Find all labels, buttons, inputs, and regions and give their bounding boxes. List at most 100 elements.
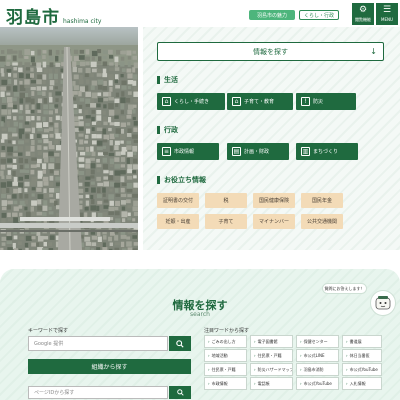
hot-keyword-chip[interactable]: › 住民票・戸籍 <box>204 363 247 376</box>
aerial-city-photo <box>0 27 138 250</box>
child-house-icon: ⌂ <box>232 97 241 106</box>
gear-icon: ⚙ <box>358 4 368 15</box>
view-function-button[interactable]: ⚙ 閲覧機能 <box>352 3 374 25</box>
chevron-right-icon: › <box>208 353 210 358</box>
view-function-label: 閲覧機能 <box>355 16 371 22</box>
useful-btn-mynumber[interactable]: マイナンバー <box>253 214 295 229</box>
hot-keyword-text: 住民票・戸籍 <box>257 352 282 358</box>
life-admin-link-button[interactable]: くらし・行政 <box>299 10 339 20</box>
admin-btn-town[interactable]: ▥ まちづくり <box>296 143 358 160</box>
house-icon: ⌂ <box>162 97 171 106</box>
useful-btn-health-insurance[interactable]: 国民健康保険 <box>253 193 295 208</box>
hot-keyword-chip[interactable]: › 地域活動 <box>204 349 247 362</box>
page-id-search-input[interactable]: ページIDから探す <box>28 386 168 399</box>
hot-keyword-label: 注目ワードから探す <box>204 328 250 334</box>
hot-keyword-chip[interactable]: › 書道展 <box>342 335 382 348</box>
keyword-search-label: キーワードで探す <box>28 328 69 334</box>
help-mascot-icon[interactable] <box>370 290 396 316</box>
useful-heading: お役立ち情報 <box>157 175 206 185</box>
useful-btn-tax[interactable]: 税 <box>205 193 247 208</box>
google-search-button[interactable] <box>169 336 191 351</box>
chevron-right-icon: › <box>254 381 256 386</box>
hot-keyword-text: 入札情報 <box>349 380 366 386</box>
logo-subtitle: hashima city <box>63 18 102 25</box>
logo-text: 羽島市 <box>6 8 60 28</box>
hot-keyword-text: 休日当番医 <box>349 352 370 358</box>
chevron-right-icon: › <box>208 367 210 372</box>
hot-keyword-chip[interactable]: › 市公式YouTube <box>296 377 339 390</box>
life-btn-procedures[interactable]: ⌂ くらし・手続き <box>157 93 225 110</box>
google-search-input[interactable]: Google 提供 <box>28 336 168 351</box>
chevron-right-icon: › <box>300 353 302 358</box>
alert-icon: ! <box>301 97 310 106</box>
search-section-subtitle: search <box>190 311 210 318</box>
hot-keyword-chip[interactable]: › ごみの出し方 <box>204 335 247 348</box>
info-panel: 情報を探す ↓ 生活 ⌂ くらし・手続き ⌂ 子育て・教育 ! 防災 行政 ≡ … <box>143 27 400 250</box>
hot-keyword-chip[interactable]: › 入札情報 <box>342 377 382 390</box>
mascot-face-icon <box>375 296 391 310</box>
hot-keyword-text: 書道展 <box>349 338 362 344</box>
hot-keyword-text: ごみの出し方 <box>211 338 236 344</box>
useful-btn-certificate[interactable]: 証明書の交付 <box>157 193 199 208</box>
menu-button[interactable]: ☰ MENU <box>376 3 398 25</box>
hot-keyword-chip[interactable]: › 羽島市消防 <box>296 363 339 376</box>
chevron-right-icon: › <box>346 339 348 344</box>
chevron-right-icon: › <box>300 381 302 386</box>
hot-keyword-chip[interactable]: › 市公式LINE <box>296 349 339 362</box>
hot-keyword-chip[interactable]: › 電子図書館 <box>250 335 293 348</box>
hot-keyword-chip[interactable]: › 保健センター <box>296 335 339 348</box>
useful-btn-transport[interactable]: 公共交通機関 <box>301 214 343 229</box>
admin-btn-town-label: まちづくり <box>313 149 339 155</box>
hot-keyword-chip[interactable]: › 住民票・戸籍 <box>250 349 293 362</box>
heading-bar <box>157 176 160 184</box>
help-bubble[interactable]: 質問にお答えします！ <box>322 283 367 294</box>
hot-keyword-text: 保健センター <box>303 338 328 344</box>
site-logo[interactable]: 羽島市 hashima city <box>6 3 101 28</box>
chevron-right-icon: › <box>208 381 210 386</box>
chevron-right-icon: › <box>254 339 256 344</box>
admin-heading-text: 行政 <box>164 126 178 134</box>
hot-keyword-text: 地域活動 <box>211 352 228 358</box>
admin-btn-info[interactable]: ≡ 市政情報 <box>157 143 219 160</box>
hot-keyword-chip[interactable]: › 休日当番医 <box>342 349 382 362</box>
info-search-toggle[interactable]: 情報を探す ↓ <box>157 42 384 61</box>
hot-keyword-text: 羽島市消防 <box>303 366 324 372</box>
chevron-right-icon: › <box>208 339 210 344</box>
chevron-right-icon: › <box>346 381 348 386</box>
building-icon: ▥ <box>301 147 310 156</box>
life-heading-text: 生活 <box>164 76 178 84</box>
useful-btn-childcare[interactable]: 子育て <box>205 214 247 229</box>
search-icon <box>176 389 184 396</box>
hot-keyword-text: 市公式LINE <box>303 352 325 358</box>
hot-keyword-chip[interactable]: › 防災ハザードマップ <box>250 363 293 376</box>
admin-btn-info-label: 市政情報 <box>174 149 195 155</box>
admin-heading: 行政 <box>157 125 178 135</box>
useful-btn-pregnancy[interactable]: 妊娠・出産 <box>157 214 199 229</box>
document-icon: ≡ <box>162 147 171 156</box>
hot-keyword-text: 防災ハザードマップ <box>257 366 293 372</box>
heading-bar <box>157 126 160 134</box>
page-id-search-button[interactable] <box>169 386 191 399</box>
hot-keyword-chip[interactable]: › 市公式YouTube <box>342 363 382 376</box>
hot-keyword-chip[interactable]: › 電話帳 <box>250 377 293 390</box>
life-heading: 生活 <box>157 75 178 85</box>
life-btn-disaster[interactable]: ! 防災 <box>296 93 356 110</box>
chevron-right-icon: › <box>300 367 302 372</box>
useful-btn-pension[interactable]: 国民年金 <box>301 193 343 208</box>
charm-link-button[interactable]: 羽島市の魅力 <box>249 10 295 20</box>
chevron-right-icon: › <box>346 367 348 372</box>
chevron-right-icon: › <box>300 339 302 344</box>
admin-btn-finance[interactable]: ▤ 計画・財政 <box>227 143 289 160</box>
admin-btn-finance-label: 計画・財政 <box>244 149 270 155</box>
life-btn-childcare[interactable]: ⌂ 子育て・教育 <box>227 93 293 110</box>
chevron-right-icon: › <box>254 367 256 372</box>
arrow-down-icon: ↓ <box>370 47 377 56</box>
hot-keyword-chip[interactable]: › 市政情報 <box>204 377 247 390</box>
life-btn-disaster-label: 防災 <box>313 99 324 105</box>
hot-keyword-text: 電子図書館 <box>257 338 278 344</box>
search-icon <box>176 339 184 348</box>
info-search-label: 情報を探す <box>253 47 288 56</box>
hot-keyword-text: 住民票・戸籍 <box>211 366 236 372</box>
hot-keyword-text: 市政情報 <box>211 380 228 386</box>
search-by-org-button[interactable]: 組織から探す <box>28 359 191 374</box>
